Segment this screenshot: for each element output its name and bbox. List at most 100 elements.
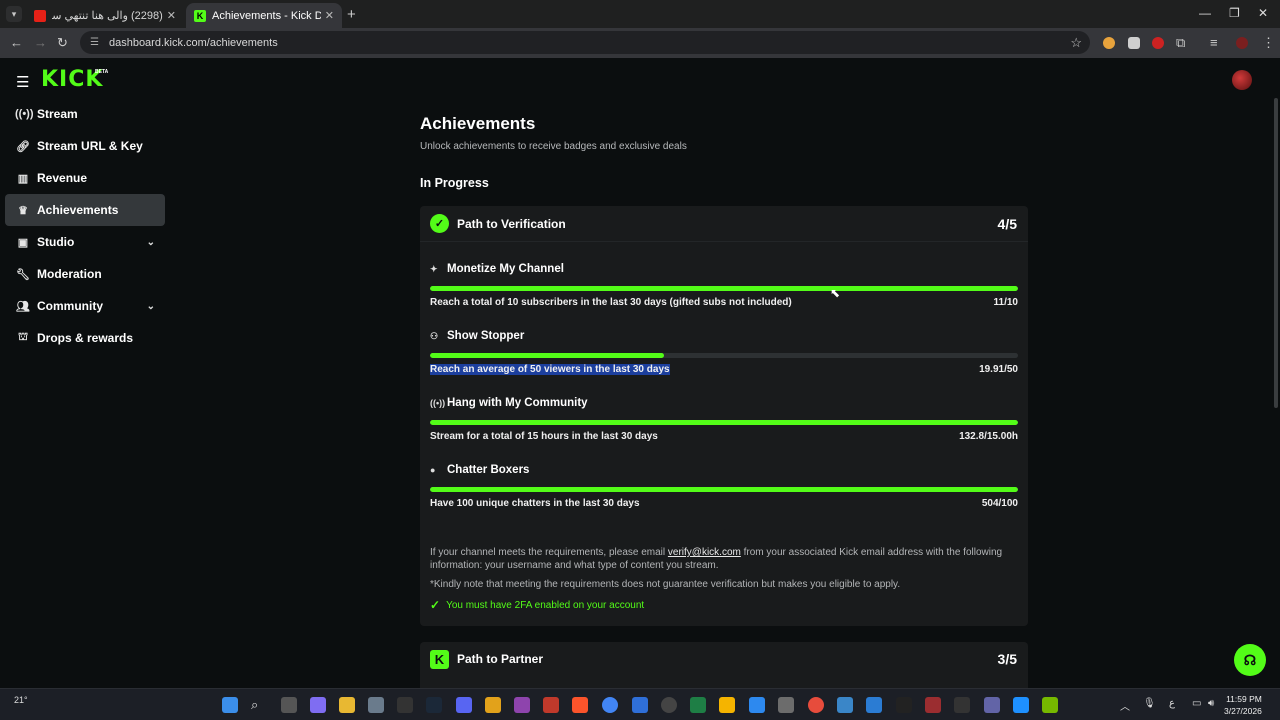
user-avatar[interactable] xyxy=(1232,70,1252,90)
restore-icon[interactable]: ❐ xyxy=(1229,6,1240,20)
language-indicator[interactable]: ع xyxy=(1169,698,1175,709)
help-chat-button[interactable]: ☊ xyxy=(1234,644,1266,676)
browser-toolbar: ← → ↻ ☰ dashboard.kick.com/achievements … xyxy=(0,28,1280,58)
github-icon[interactable] xyxy=(661,697,677,713)
achievement-title: Chatter Boxers xyxy=(447,464,530,476)
sidebar-item-label: Drops & rewards xyxy=(37,331,134,345)
weather-widget[interactable]: 21° xyxy=(14,695,28,705)
minimize-icon[interactable]: — xyxy=(1199,6,1211,20)
extensions-puzzle-icon[interactable]: ⧉ xyxy=(1176,35,1185,51)
app-icon[interactable] xyxy=(808,697,824,713)
verify-email-link[interactable]: verify@kick.com xyxy=(668,547,741,558)
rockstar-icon[interactable] xyxy=(485,697,501,713)
sidebar-item-label: Achievements xyxy=(37,203,119,217)
back-icon[interactable]: ← xyxy=(10,35,23,50)
windows-start-icon[interactable] xyxy=(222,697,238,713)
sidebar-item-achievements[interactable]: ♛ Achievements xyxy=(5,194,165,226)
steam-icon[interactable] xyxy=(426,697,442,713)
copilot-icon[interactable] xyxy=(310,697,326,713)
bookmark-star-icon[interactable]: ☆ xyxy=(1070,35,1082,51)
address-bar[interactable]: ☰ dashboard.kick.com/achievements ☆ xyxy=(80,31,1090,54)
teams-icon[interactable] xyxy=(984,697,1000,713)
app-icon[interactable] xyxy=(954,697,970,713)
chevron-down-icon[interactable]: ⌄ xyxy=(147,301,155,312)
scrollbar[interactable] xyxy=(1274,98,1278,408)
card-progress-count: 3/5 xyxy=(997,651,1017,667)
section-title: In Progress xyxy=(420,176,489,190)
progress-fill xyxy=(430,286,1018,291)
settings-gear-icon[interactable] xyxy=(368,697,384,713)
viewers-icon: ⚇ xyxy=(430,330,439,341)
studio-icon: ▣ xyxy=(17,236,29,249)
sidebar-item-stream[interactable]: ((•)) Stream xyxy=(5,98,165,130)
reload-icon[interactable]: ↻ xyxy=(57,35,68,51)
app-icon[interactable] xyxy=(925,697,941,713)
card-progress-count: 4/5 xyxy=(997,215,1017,232)
headset-icon: ☊ xyxy=(1243,651,1257,668)
app-icon[interactable] xyxy=(719,697,735,713)
trophy-icon: ♛ xyxy=(18,204,28,217)
app-icon[interactable] xyxy=(896,697,912,713)
sidebar-item-moderation[interactable]: 🔧︎ Moderation xyxy=(5,258,165,290)
tab-search-button[interactable]: ▾ xyxy=(6,6,22,22)
page-subtitle: Unlock achievements to receive badges an… xyxy=(420,141,687,152)
sidebar-item-label: Revenue xyxy=(37,171,88,185)
chevron-up-icon[interactable]: ︿ xyxy=(1120,698,1130,713)
media-control-icon[interactable]: ≡ xyxy=(1210,35,1218,50)
twofa-requirement: ✓ You must have 2FA enabled on your acco… xyxy=(430,598,644,612)
microphone-icon[interactable]: 🎙︎ xyxy=(1143,698,1156,709)
app-icon[interactable] xyxy=(632,697,648,713)
notepad-icon[interactable] xyxy=(866,697,882,713)
network-icon[interactable]: ▭ xyxy=(1192,698,1201,709)
close-tab-icon[interactable]: ✕ xyxy=(167,9,176,22)
app-icon[interactable] xyxy=(514,697,530,713)
forward-icon[interactable]: → xyxy=(34,35,47,50)
sidebar-item-label: Community xyxy=(37,299,103,313)
sidebar-item-stream-url-key[interactable]: 🔗︎ Stream URL & Key xyxy=(5,130,165,162)
app-icon[interactable] xyxy=(749,697,765,713)
sidebar-item-community[interactable]: 👥︎ Community ⌄ xyxy=(5,290,165,322)
menu-kebab-icon[interactable]: ⋮ xyxy=(1262,35,1275,51)
chrome-icon[interactable] xyxy=(602,697,618,713)
shield-extension-icon[interactable] xyxy=(1128,37,1140,49)
store-icon[interactable] xyxy=(778,697,794,713)
site-info-icon[interactable]: ☰ xyxy=(90,37,99,48)
browser-tab-youtube[interactable]: (2298) والى هنا تنتهي سهرتنا - ✕ xyxy=(26,3,184,28)
sidebar-item-studio[interactable]: ▣ Studio ⌄ xyxy=(5,226,165,258)
excel-icon[interactable] xyxy=(690,697,706,713)
browser-tab-kick[interactable]: K Achievements - Kick Dashboard ✕ xyxy=(186,3,342,28)
window-close-icon[interactable]: ✕ xyxy=(1258,6,1268,20)
partner-card[interactable]: K Path to Partner 3/5 xyxy=(420,642,1028,688)
terminal-icon[interactable] xyxy=(397,697,413,713)
mouse-cursor-icon: ⬉ xyxy=(830,286,841,300)
extension-icon[interactable] xyxy=(1152,37,1164,49)
task-view-icon[interactable] xyxy=(281,697,297,713)
partner-card-header[interactable]: K Path to Partner 3/5 xyxy=(420,642,1028,676)
achievement-value: 11/10 xyxy=(993,297,1018,308)
volume-icon[interactable]: 🔊︎ xyxy=(1208,698,1214,709)
sidebar-item-label: Studio xyxy=(37,235,75,249)
new-tab-button[interactable]: + xyxy=(347,6,356,23)
url-text: dashboard.kick.com/achievements xyxy=(108,36,278,49)
app-icon[interactable] xyxy=(837,697,853,713)
achievement-description: Stream for a total of 15 hours in the la… xyxy=(430,431,658,442)
chevron-down-icon[interactable]: ⌄ xyxy=(147,237,155,248)
profile-avatar[interactable] xyxy=(1236,37,1248,49)
app-icon[interactable] xyxy=(543,697,559,713)
achievement-value: 19.91/50 xyxy=(979,364,1018,375)
file-explorer-icon[interactable] xyxy=(339,697,355,713)
sparkle-icon: ✦ xyxy=(430,263,438,274)
app-icon[interactable] xyxy=(1013,697,1029,713)
brave-icon[interactable] xyxy=(572,697,588,713)
tab-title: (2298) والى هنا تنتهي سهرتنا - xyxy=(52,10,163,22)
verification-disclaimer: *Kindly note that meeting the requiremen… xyxy=(430,579,901,590)
system-clock[interactable]: 11:59 PM 3/27/2026 xyxy=(1224,693,1262,717)
sidebar-item-revenue[interactable]: ▥ Revenue xyxy=(5,162,165,194)
nvidia-icon[interactable] xyxy=(1042,697,1058,713)
hamburger-menu-icon[interactable]: ☰ xyxy=(16,73,29,91)
extension-icon[interactable] xyxy=(1103,37,1115,49)
close-tab-icon[interactable]: ✕ xyxy=(325,9,334,22)
search-icon[interactable]: ⌕ xyxy=(251,697,267,713)
sidebar-item-drops-rewards[interactable]: ⛫ Drops & rewards xyxy=(5,322,165,354)
discord-icon[interactable] xyxy=(456,697,472,713)
